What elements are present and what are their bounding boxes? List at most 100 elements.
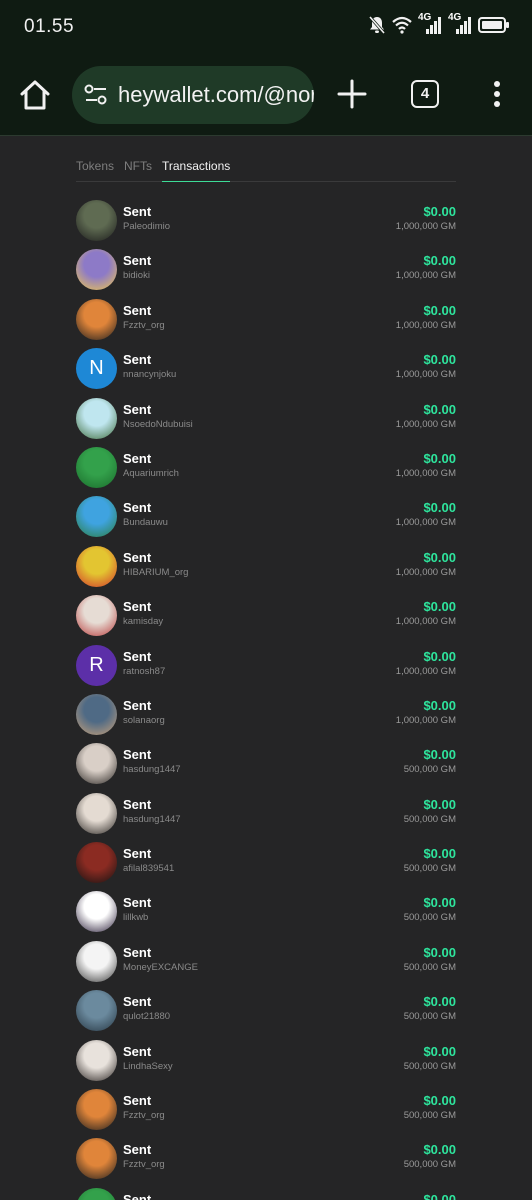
transaction-amount: $0.00 [423,549,456,565]
tab-tokens[interactable]: Tokens [76,159,114,182]
transaction-username: nnancynjoku [123,369,177,381]
transaction-token-amount: 1,000,000 GM [395,517,456,529]
avatar[interactable] [76,249,117,291]
transaction-row[interactable]: Sent NsoedoNdubuisi $0.00 1,000,000 GM [76,394,456,443]
transaction-token-amount: 500,000 GM [403,1060,456,1072]
transaction-row[interactable]: Sent bidioki $0.00 1,000,000 GM [76,245,456,294]
transaction-row[interactable]: Sent afilal839541 $0.00 500,000 GM [76,838,456,887]
transaction-row[interactable]: Sent Aquariumrich $0.00 1,000,000 GM [76,443,456,492]
transaction-amount: $0.00 [423,500,456,516]
address-bar[interactable]: heywallet.com/@nor [72,66,314,124]
tab-transactions[interactable]: Transactions [162,159,231,182]
plus-icon[interactable] [336,78,368,110]
transaction-row[interactable]: Sent qulot21880 $0.00 500,000 GM [76,986,456,1035]
transaction-type: Sent [123,599,152,615]
transaction-username: Fzztv_org [123,319,165,331]
url-text[interactable]: heywallet.com/@nor [118,82,314,108]
transaction-username: solanaorg [123,714,165,726]
avatar[interactable] [76,940,117,982]
transaction-username: ratnosh87 [123,665,166,677]
transaction-type: Sent [123,302,152,318]
avatar[interactable] [76,397,117,439]
transaction-amount: $0.00 [423,944,456,960]
transaction-username: LindhaSexy [123,1060,173,1072]
avatar[interactable] [76,1187,117,1200]
transaction-type: Sent [123,895,152,911]
battery-icon [478,17,509,33]
avatar[interactable] [76,545,117,587]
transaction-token-amount: 1,000,000 GM [395,616,456,628]
transaction-amount: $0.00 [423,253,456,269]
transaction-amount: $0.00 [423,1043,456,1059]
avatar[interactable] [76,200,117,241]
transaction-row[interactable]: Sent Fzztv_org $0.00 500,000 GM [76,1134,456,1183]
avatar[interactable] [76,792,117,834]
avatar[interactable] [76,496,117,538]
transaction-username: qulot21880 [123,1011,171,1023]
transaction-amount: $0.00 [423,895,456,911]
avatar[interactable] [76,743,117,785]
transaction-type: Sent [123,994,152,1010]
transaction-token-amount: 1,000,000 GM [395,221,456,232]
tab-nfts[interactable]: NFTs [124,159,152,182]
avatar[interactable] [76,842,117,884]
avatar[interactable] [76,298,117,340]
transaction-token-amount: 1,000,000 GM [395,270,456,282]
transaction-type: Sent [123,1043,152,1059]
transaction-row[interactable]: Sent solanaorg $0.00 1,000,000 GM [76,690,456,739]
site-settings-icon[interactable] [84,84,108,106]
transaction-token-amount: 500,000 GM [403,1159,456,1171]
avatar[interactable] [76,595,117,637]
transaction-type: Sent [123,500,152,516]
transaction-username: Paleodimio [123,221,170,232]
transaction-row[interactable]: Sent Bundauwu $0.00 1,000,000 GM [76,492,456,541]
transaction-row[interactable]: Sent Fzztv_org $0.00 1,000,000 GM [76,295,456,344]
tab-switcher-button[interactable]: 4 [411,80,439,108]
transaction-type: Sent [123,944,152,960]
transaction-row[interactable]: Sent Paleodimio $0.00 1,000,000 GM [76,196,456,245]
wifi-icon [392,16,412,34]
avatar-initial: N [89,357,104,380]
transaction-amount: $0.00 [423,599,456,615]
avatar[interactable] [76,446,117,488]
transaction-username: kamisday [123,616,164,628]
transaction-row[interactable]: Sent lillkwb $0.00 500,000 GM [76,887,456,936]
avatar[interactable] [76,1039,117,1081]
avatar[interactable]: N [76,348,117,390]
transaction-username: afilal839541 [123,863,175,875]
transaction-type: Sent [123,204,152,219]
transaction-username: bidioki [123,270,150,282]
transaction-row[interactable]: R Sent ratnosh87 $0.00 1,000,000 GM [76,641,456,690]
transaction-username: MoneyEXCANGE [123,961,198,973]
avatar[interactable] [76,1138,117,1180]
transaction-row[interactable]: Sent HIBARIUM_org $0.00 1,000,000 GM [76,542,456,591]
transaction-token-amount: 500,000 GM [403,961,456,973]
transaction-row[interactable]: Sent hasdung1447 $0.00 500,000 GM [76,789,456,838]
transaction-row[interactable]: Sent MoneyEXCANGE $0.00 500,000 GM [76,937,456,986]
transaction-type: Sent [123,747,152,763]
transaction-row[interactable]: Sent Fzztv_org $0.00 500,000 GM [76,1085,456,1134]
avatar[interactable] [76,891,117,933]
transaction-amount: $0.00 [423,747,456,763]
transaction-row[interactable]: Sent kamisday $0.00 1,000,000 GM [76,591,456,640]
transaction-token-amount: 500,000 GM [403,863,456,875]
transaction-token-amount: 500,000 GM [403,1011,456,1023]
transaction-amount: $0.00 [423,796,456,812]
transaction-username: HIBARIUM_org [123,566,189,578]
transaction-amount: $0.00 [423,1191,456,1200]
avatar[interactable] [76,1089,117,1131]
transaction-row[interactable]: Sent $0.00 [76,1184,456,1200]
avatar[interactable] [76,693,117,735]
transaction-row[interactable]: Sent LindhaSexy $0.00 500,000 GM [76,1036,456,1085]
home-icon[interactable] [18,78,52,112]
avatar[interactable] [76,990,117,1032]
transaction-row[interactable]: N Sent nnancynjoku $0.00 1,000,000 GM [76,344,456,393]
avatar[interactable]: R [76,644,117,686]
transaction-type: Sent [123,1191,152,1200]
transaction-username: Aquariumrich [123,467,179,479]
transaction-row[interactable]: Sent hasdung1447 $0.00 500,000 GM [76,739,456,788]
transaction-token-amount: 1,000,000 GM [395,665,456,677]
more-vert-icon[interactable] [488,80,506,108]
transaction-token-amount: 500,000 GM [403,813,456,825]
transaction-token-amount: 1,000,000 GM [395,566,456,578]
